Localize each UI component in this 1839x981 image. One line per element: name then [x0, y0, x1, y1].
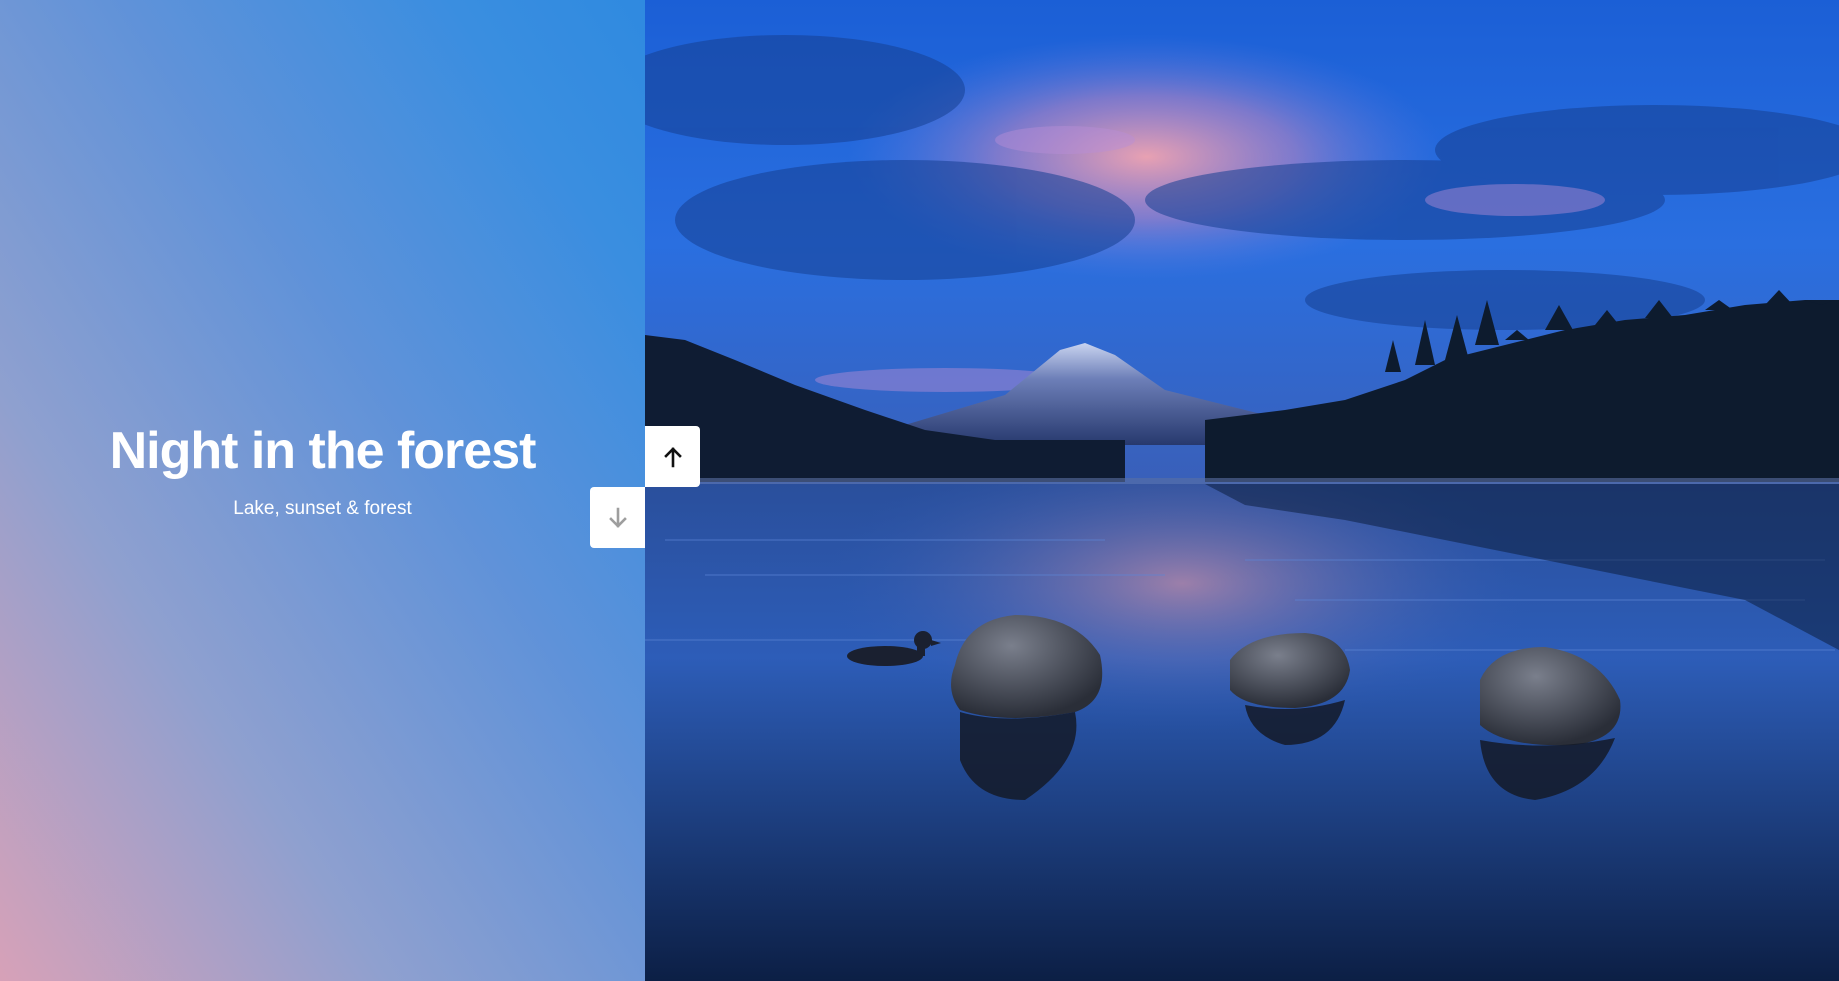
- arrow-up-icon: [663, 446, 682, 467]
- arrow-down-icon: [608, 507, 627, 528]
- lake-mountain-photo: [645, 0, 1839, 981]
- slide-title: Night in the forest: [109, 421, 537, 480]
- slide-subtitle: Lake, sunset & forest: [233, 498, 412, 520]
- vertical-slider: Night in the forest Lake, sunset & fores…: [0, 0, 1839, 981]
- slide-up-button[interactable]: [645, 426, 700, 487]
- slide-photo: [645, 0, 1839, 981]
- slide-text-panel: Night in the forest Lake, sunset & fores…: [0, 0, 645, 981]
- slide-down-button[interactable]: [590, 487, 645, 548]
